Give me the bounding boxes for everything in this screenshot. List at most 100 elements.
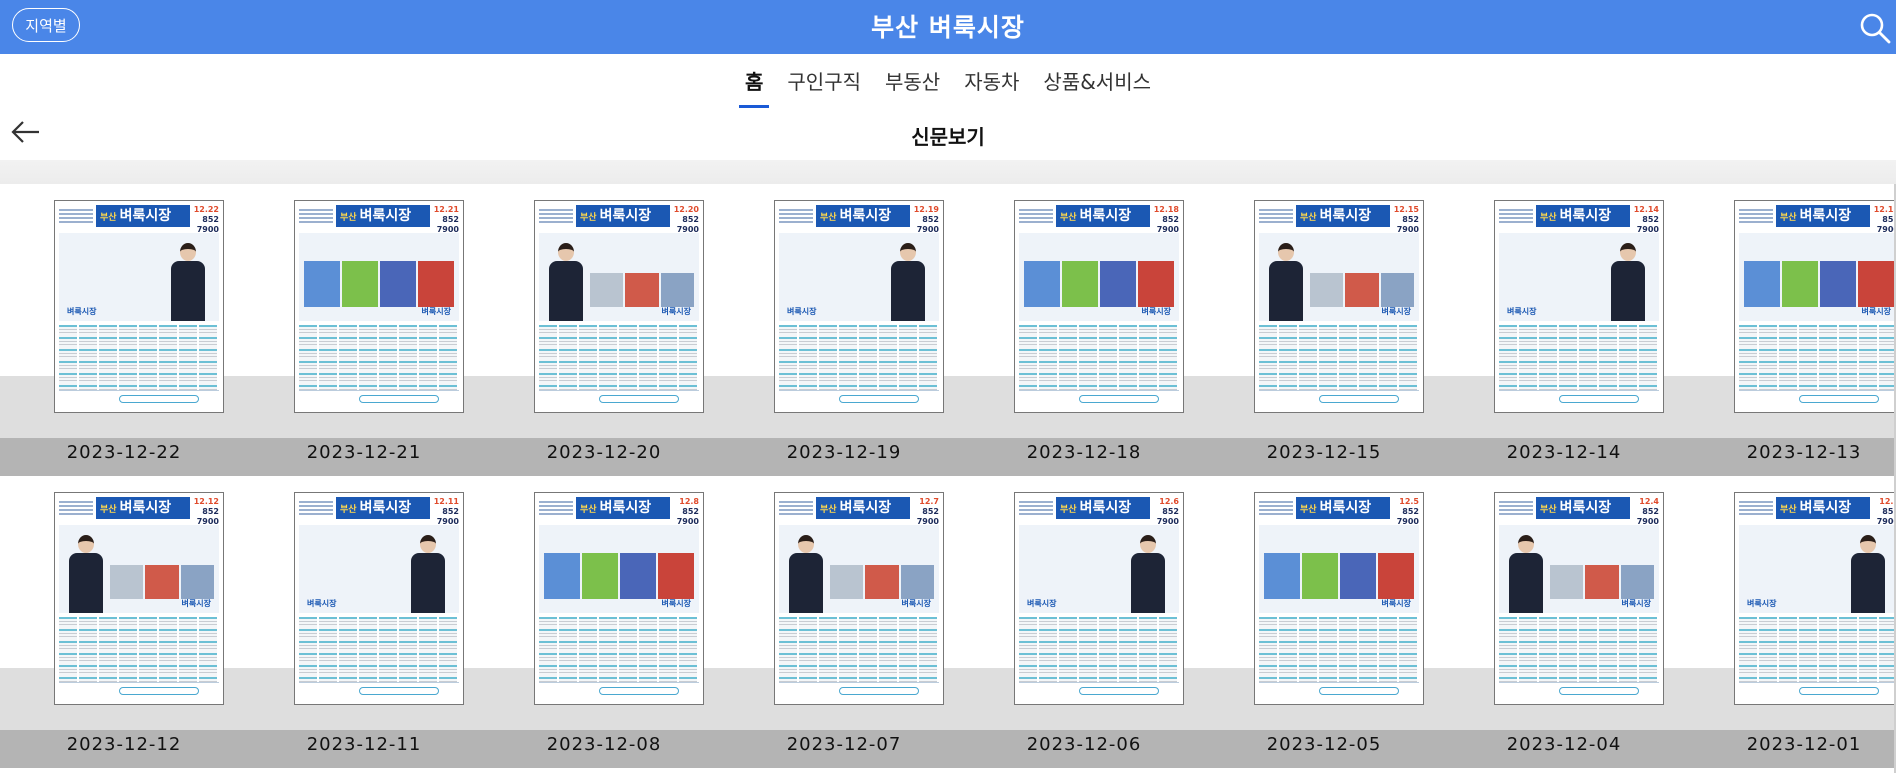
cover-phone: 12.14 852 7900 xyxy=(1629,205,1659,235)
cover-masthead-tagline xyxy=(1259,207,1293,227)
cover-brand: 부산 벼룩시장 xyxy=(1776,205,1870,227)
cover-masthead: 부산 벼룩시장 12.18 852 7900 xyxy=(1019,205,1179,234)
newspaper-cover-thumbnail[interactable]: 부산 벼룩시장 12.5 852 7900 벼룩시장 xyxy=(1254,492,1424,705)
newspaper-card[interactable]: 부산 벼룩시장 12.7 852 7900 벼룩시장 2023-12-07 xyxy=(724,476,964,768)
newspaper-cover-thumbnail[interactable]: 부산 벼룩시장 12.12 852 7900 벼룩시장 xyxy=(54,492,224,705)
cover-logo: 벼룩시장 xyxy=(1747,599,1777,608)
cover-masthead-tagline xyxy=(779,207,813,227)
cover-brand-city: 부산 xyxy=(820,213,837,223)
cover-brand-city: 부산 xyxy=(1780,505,1797,515)
newspaper-cover-thumbnail[interactable]: 부산 벼룩시장 12.19 852 7900 벼룩시장 xyxy=(774,200,944,413)
cover-logo: 벼룩시장 xyxy=(661,307,691,316)
cover-brand: 부산 벼룩시장 xyxy=(816,205,910,227)
search-icon[interactable] xyxy=(1858,12,1892,44)
cover-brand-name: 벼룩시장 xyxy=(119,500,172,516)
cover-footer xyxy=(1259,390,1419,408)
tab-goods-services[interactable]: 상품&서비스 xyxy=(1031,54,1163,108)
newspaper-card[interactable]: 부산 벼룩시장 12.4 852 7900 벼룩시장 2023-12-04 xyxy=(1444,476,1684,768)
tab-jobs[interactable]: 구인구직 xyxy=(775,54,873,108)
newspaper-card[interactable]: 부산 벼룩시장 12.22 852 7900 벼룩시장 2023-12-22 xyxy=(4,184,244,476)
cover-brand-name: 벼룩시장 xyxy=(1319,500,1372,516)
cover-brand-name: 벼룩시장 xyxy=(599,500,652,516)
newspaper-cover-thumbnail[interactable]: 부산벼룩시장 12.13852 7900 벼룩시장 xyxy=(1734,200,1896,413)
newspaper-cover-thumbnail[interactable]: 부산벼룩시장 12.1852 7900 벼룩시장 xyxy=(1734,492,1896,705)
cover-phone-prefix: 852 xyxy=(1642,507,1659,516)
newspaper-card[interactable]: 부산 벼룩시장 12.19 852 7900 벼룩시장 2023-12-19 xyxy=(724,184,964,476)
cover-masthead-tagline xyxy=(1499,207,1533,227)
newspaper-date: 2023-12-01 xyxy=(1746,734,1862,755)
cover-footer xyxy=(779,390,939,408)
cover-phone-prefix: 852 xyxy=(922,507,939,516)
newspaper-cover-thumbnail[interactable]: 부산 벼룩시장 12.4 852 7900 벼룩시장 xyxy=(1494,492,1664,705)
cover-issue-date: 12.11 xyxy=(433,497,459,506)
tab-home[interactable]: 홈 xyxy=(733,54,775,108)
cover-footer xyxy=(539,682,699,700)
cover-issue-date: 12.14 xyxy=(1633,205,1659,214)
cover-brand-city: 부산 xyxy=(1780,213,1797,223)
cover-brand: 부산 벼룩시장 xyxy=(1776,497,1870,519)
cover-brand: 부산 벼룩시장 xyxy=(1296,497,1390,519)
cover-logo: 벼룩시장 xyxy=(901,599,931,608)
cover-logo: 벼룩시장 xyxy=(1861,307,1891,316)
newspaper-cover-thumbnail[interactable]: 부산 벼룩시장 12.18 852 7900 벼룩시장 xyxy=(1014,200,1184,413)
newspaper-cover-thumbnail[interactable]: 부산 벼룩시장 12.14 852 7900 벼룩시장 xyxy=(1494,200,1664,413)
newspaper-card[interactable]: 부산 벼룩시장 12.5 852 7900 벼룩시장 2023-12-05 xyxy=(1204,476,1444,768)
cover-brand-name: 벼룩시장 xyxy=(1079,500,1132,516)
newspaper-card[interactable]: 부산 벼룩시장 12.12 852 7900 벼룩시장 2023-12-12 xyxy=(4,476,244,768)
cover-hero-image: 벼룩시장 xyxy=(1259,233,1419,321)
newspaper-card[interactable]: 부산 벼룩시장 12.14 852 7900 벼룩시장 2023-12-14 xyxy=(1444,184,1684,476)
cover-brand-name: 벼룩시장 xyxy=(359,500,412,516)
cover-hero-image: 벼룩시장 xyxy=(539,233,699,321)
newspaper-card[interactable]: 부산 벼룩시장 12.8 852 7900 벼룩시장 2023-12-08 xyxy=(484,476,724,768)
cover-logo: 벼룩시장 xyxy=(1381,599,1411,608)
cover-phone: 12.11 852 7900 xyxy=(429,497,459,527)
cover-phone: 12.21 852 7900 xyxy=(429,205,459,235)
cover-footer xyxy=(1499,682,1659,700)
cover-phone-prefix: 852 xyxy=(922,215,939,224)
cover-phone-prefix: 852 xyxy=(442,507,459,516)
cover-phone: 12.18 852 7900 xyxy=(1149,205,1179,235)
newspaper-date: 2023-12-18 xyxy=(1026,442,1142,463)
newspaper-card[interactable]: 부산 벼룩시장 12.18 852 7900 벼룩시장 2023-12-18 xyxy=(964,184,1204,476)
cover-phone: 12.19 852 7900 xyxy=(909,205,939,235)
workers-illustration xyxy=(1743,261,1895,307)
newspaper-cover-thumbnail[interactable]: 부산 벼룩시장 12.20 852 7900 벼룩시장 xyxy=(534,200,704,413)
cover-brand-city: 부산 xyxy=(100,505,117,515)
cover-masthead: 부산 벼룩시장 12.6 852 7900 xyxy=(1019,497,1179,526)
newspaper-cover-thumbnail[interactable]: 부산 벼룩시장 12.7 852 7900 벼룩시장 xyxy=(774,492,944,705)
newspaper-date: 2023-12-20 xyxy=(546,442,662,463)
newspaper-card[interactable]: 부산벼룩시장 12.13852 7900 벼룩시장 2023-12-13 xyxy=(1684,184,1896,476)
cover-brand: 부산 벼룩시장 xyxy=(816,497,910,519)
cover-phone-prefix: 852 xyxy=(202,507,219,516)
newspaper-cover-thumbnail[interactable]: 부산 벼룩시장 12.8 852 7900 벼룩시장 xyxy=(534,492,704,705)
newspaper-cover-thumbnail[interactable]: 부산 벼룩시장 12.22 852 7900 벼룩시장 xyxy=(54,200,224,413)
cover-masthead-tagline xyxy=(299,499,333,519)
person-illustration xyxy=(1509,535,1543,613)
newspaper-cover-thumbnail[interactable]: 부산 벼룩시장 12.6 852 7900 벼룩시장 xyxy=(1014,492,1184,705)
cover-masthead-tagline xyxy=(299,207,333,227)
cover-issue-date: 12.18 xyxy=(1153,205,1179,214)
newspaper-card[interactable]: 부산 벼룩시장 12.6 852 7900 벼룩시장 2023-12-06 xyxy=(964,476,1204,768)
cover-phone: 12.5 852 7900 xyxy=(1389,497,1419,527)
newspaper-card[interactable]: 부산 벼룩시장 12.20 852 7900 벼룩시장 2023-12-20 xyxy=(484,184,724,476)
newspaper-card[interactable]: 부산 벼룩시장 12.15 852 7900 벼룩시장 2023-12-15 xyxy=(1204,184,1444,476)
cover-brand-city: 부산 xyxy=(1300,213,1317,223)
cover-phone-prefix: 852 xyxy=(1162,215,1179,224)
newspaper-cover-thumbnail[interactable]: 부산 벼룩시장 12.21 852 7900 벼룩시장 xyxy=(294,200,464,413)
newspaper-date: 2023-12-22 xyxy=(66,442,182,463)
newspaper-cover-thumbnail[interactable]: 부산 벼룩시장 12.11 852 7900 벼룩시장 xyxy=(294,492,464,705)
cover-brand-name: 벼룩시장 xyxy=(1079,208,1132,224)
newspaper-date: 2023-12-06 xyxy=(1026,734,1142,755)
newspaper-card[interactable]: 부산 벼룩시장 12.11 852 7900 벼룩시장 2023-12-11 xyxy=(244,476,484,768)
newspaper-date: 2023-12-14 xyxy=(1506,442,1622,463)
cover-issue-date: 12.12 xyxy=(193,497,219,506)
tab-cars[interactable]: 자동차 xyxy=(952,54,1031,108)
newspaper-card[interactable]: 부산 벼룩시장 12.21 852 7900 벼룩시장 2023-12-21 xyxy=(244,184,484,476)
cover-logo: 벼룩시장 xyxy=(1621,599,1651,608)
tab-real-estate[interactable]: 부동산 xyxy=(873,54,952,108)
newspaper-card[interactable]: 부산벼룩시장 12.1852 7900 벼룩시장 2023-12-01 xyxy=(1684,476,1896,768)
cover-brand-city: 부산 xyxy=(340,505,357,515)
person-illustration xyxy=(411,535,445,613)
workers-illustration xyxy=(1263,553,1415,599)
newspaper-cover-thumbnail[interactable]: 부산 벼룩시장 12.15 852 7900 벼룩시장 xyxy=(1254,200,1424,413)
